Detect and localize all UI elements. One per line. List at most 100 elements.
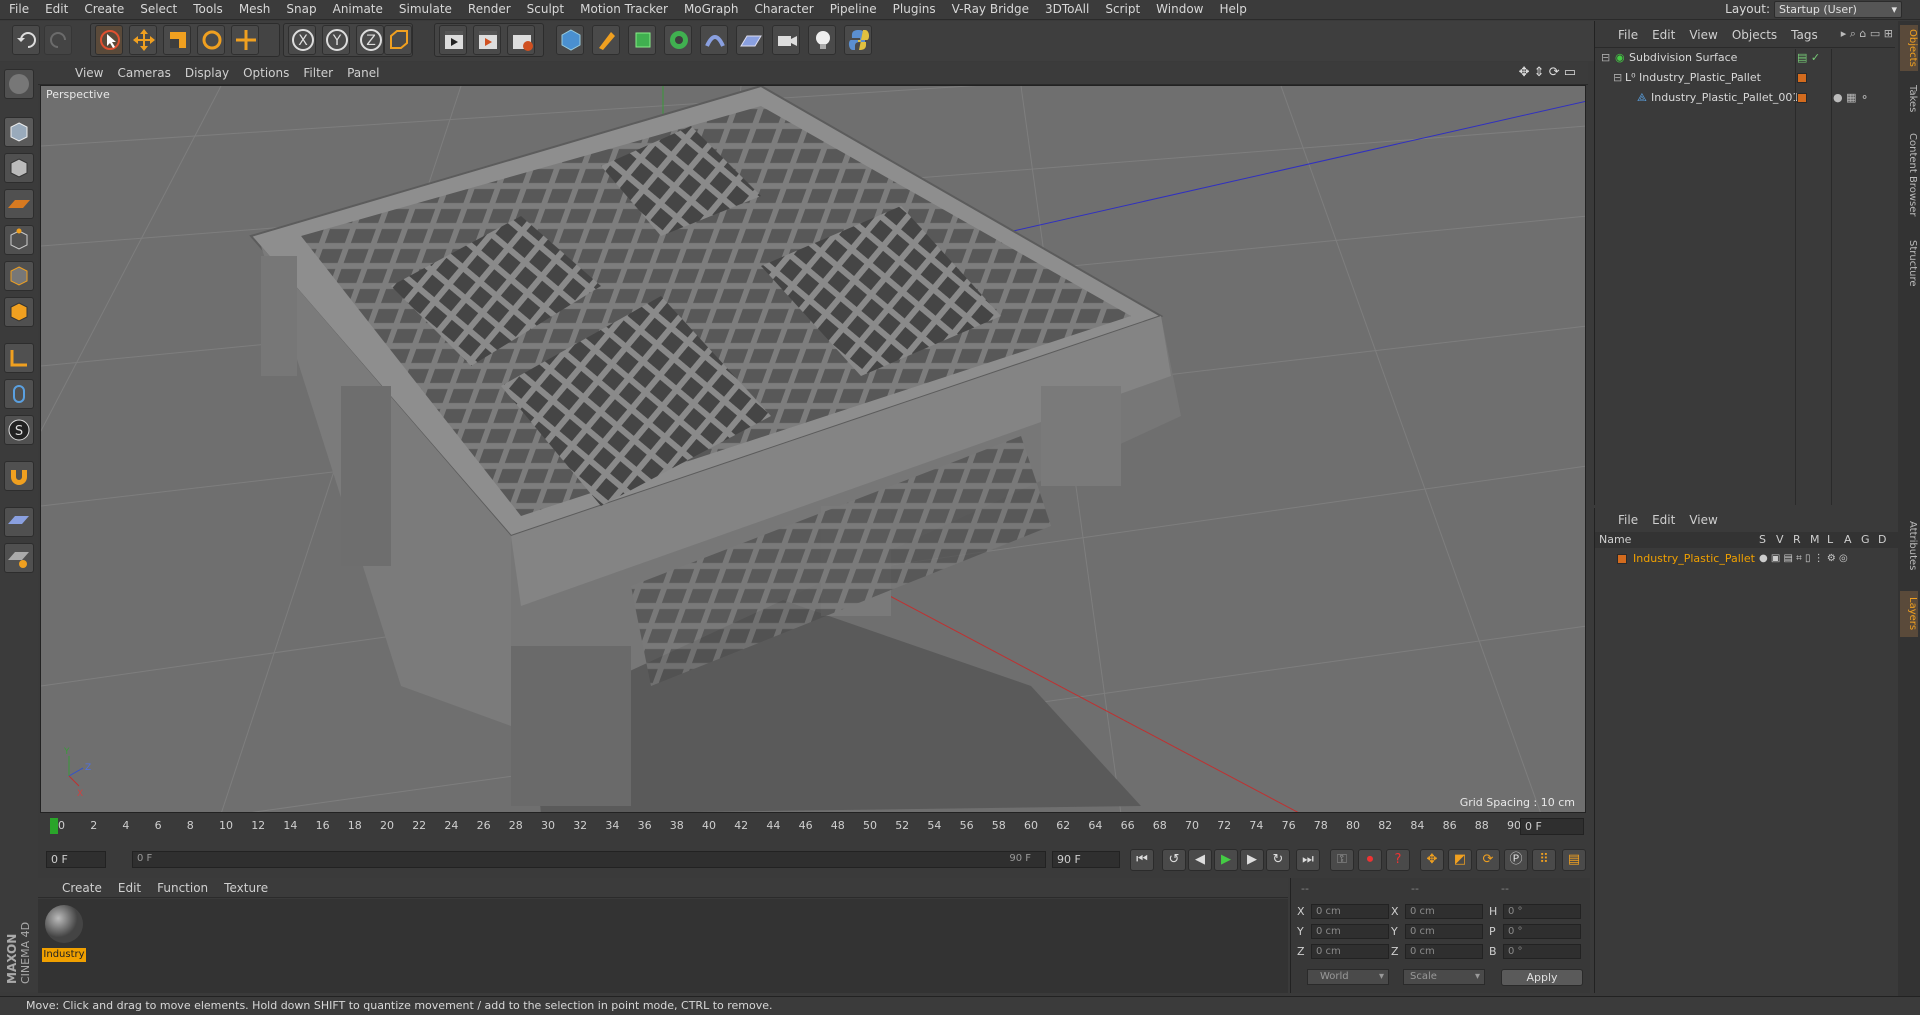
obj-menu-file[interactable]: File [1611,25,1645,45]
viewport-menu-display[interactable]: Display [178,62,236,85]
light-button[interactable] [808,25,836,55]
object-row-pallet-001[interactable]: ⟁ Industry_Plastic_Pallet_001 ● ▦ ⚬ [1595,89,1895,107]
coord-value-field[interactable]: 0 ° [1503,944,1581,959]
menu-mesh[interactable]: Mesh [231,0,279,19]
layer-row[interactable]: Industry_Plastic_Pallet ● ▣ ▤ ⌗ ▯ ⋮ ⚙ ◎ [1595,550,1895,568]
go-to-end-button[interactable]: ⏭ [1296,849,1320,871]
viewport-menu-options[interactable]: Options [236,62,296,85]
playhead-marker[interactable] [50,818,58,834]
menu-mograph[interactable]: MoGraph [676,0,747,19]
menu-simulate[interactable]: Simulate [391,0,460,19]
floor-button[interactable] [736,25,764,55]
obj-menu-objects[interactable]: Objects [1725,25,1784,45]
obj-menu-edit[interactable]: Edit [1645,25,1682,45]
menu-animate[interactable]: Animate [325,0,391,19]
tab-takes[interactable]: Takes [1900,79,1918,119]
viewport-nav-icons[interactable]: ✥ ⇕ ⟳ ▭ [1519,65,1576,80]
menu-motion-tracker[interactable]: Motion Tracker [572,0,676,19]
subdivision-button[interactable] [628,25,656,55]
menu-character[interactable]: Character [746,0,821,19]
render-picture-viewer-button[interactable] [473,25,501,55]
mograph-cloner-button[interactable] [664,25,692,55]
camera-button[interactable] [772,25,800,55]
viewport-menu-filter[interactable]: Filter [296,62,340,85]
coordinate-system-button[interactable] [384,25,412,55]
move-tool-button[interactable] [129,25,157,55]
menu-help[interactable]: Help [1211,0,1254,19]
tab-objects[interactable]: Objects [1900,25,1918,71]
render-view-button[interactable] [439,25,467,55]
tab-content-browser[interactable]: Content Browser [1900,125,1918,225]
key-position-button[interactable]: ✥ [1420,849,1444,871]
end-frame-field[interactable]: 90 F [1052,851,1120,868]
menu-vray-bridge[interactable]: V-Ray Bridge [944,0,1037,19]
python-button[interactable] [844,25,872,55]
grid-lock-button[interactable] [4,507,34,537]
x-axis-lock-button[interactable]: X [288,25,316,55]
coord-value-field[interactable]: 0 ° [1503,924,1581,939]
texture-mode-button[interactable] [4,153,34,183]
3d-viewport[interactable]: Y Z X Perspective Grid Spacing : 10 cm [40,85,1586,813]
material-menu-texture[interactable]: Texture [216,878,276,898]
key-scale-button[interactable]: ◩ [1448,849,1472,871]
menu-edit[interactable]: Edit [37,0,76,19]
menu-3dtoall[interactable]: 3DToAll [1037,0,1097,19]
snap-button[interactable]: S [4,415,34,445]
menu-script[interactable]: Script [1097,0,1148,19]
coord-value-field[interactable]: 0 cm [1405,944,1483,959]
coord-mode-dropdown[interactable]: Scale ▾ [1403,969,1485,985]
y-axis-lock-button[interactable]: Y [322,25,350,55]
material-menu-function[interactable]: Function [149,878,216,898]
obj-menu-view[interactable]: View [1682,25,1724,45]
make-editable-button[interactable] [4,69,34,99]
layer-toggle-icons[interactable]: ● ▣ ▤ ⌗ ▯ ⋮ ⚙ ◎ [1759,550,1848,568]
material-menu-create[interactable]: Create [54,878,110,898]
menu-tools[interactable]: Tools [185,0,231,19]
tab-layers[interactable]: Layers [1900,591,1918,637]
layer-menu-file[interactable]: File [1611,510,1645,530]
object-row-pallet[interactable]: ⊟ L⁰ Industry_Plastic_Pallet [1595,69,1895,87]
transform-tool-button[interactable] [231,25,259,55]
menu-pipeline[interactable]: Pipeline [822,0,885,19]
autokey-button[interactable]: ⏺ [1358,849,1382,871]
menu-render[interactable]: Render [460,0,519,19]
points-mode-button[interactable] [4,225,34,255]
layer-color-swatch[interactable] [1797,89,1807,107]
menu-create[interactable]: Create [76,0,132,19]
tab-structure[interactable]: Structure [1900,233,1918,293]
cube-object-button[interactable] [556,25,584,55]
key-rotation-button[interactable]: ⟳ [1476,849,1500,871]
obj-header-icons[interactable]: ▸ ⌕ ⌂ ▭ ⊞ [1841,27,1893,41]
layer-menu-view[interactable]: View [1682,510,1724,530]
menu-snap[interactable]: Snap [278,0,324,19]
menu-window[interactable]: Window [1148,0,1211,19]
menu-select[interactable]: Select [132,0,185,19]
polygons-mode-button[interactable] [4,297,34,327]
material-swatch[interactable]: Industry [42,903,86,962]
undo-button[interactable] [12,25,40,55]
deformer-button[interactable] [700,25,728,55]
tab-attributes[interactable]: Attributes [1900,511,1918,581]
coord-value-field[interactable]: 0 ° [1503,904,1581,919]
key-param-button[interactable]: Ⓟ [1504,849,1528,871]
grid-settings-button[interactable] [4,543,34,573]
layer-menu-edit[interactable]: Edit [1645,510,1682,530]
apply-button[interactable]: Apply [1501,969,1583,986]
prev-key-button[interactable]: ↺ [1162,849,1186,871]
pen-spline-button[interactable] [592,25,620,55]
coord-value-field[interactable]: 0 cm [1311,944,1389,959]
coord-value-field[interactable]: 0 cm [1311,924,1389,939]
tweak-mode-button[interactable] [4,379,34,409]
coord-value-field[interactable]: 0 cm [1405,904,1483,919]
viewport-menu-panel[interactable]: Panel [340,62,386,85]
frame-range-slider[interactable]: 0 F 90 F [132,851,1046,868]
material-tag-icon[interactable]: ● ▦ ⚬ [1833,89,1869,107]
layout-dropdown[interactable]: Startup (User) ▾ [1774,1,1902,18]
start-frame-field[interactable]: 0 F [46,851,106,868]
keyframe-selection-button[interactable]: ? [1386,849,1410,871]
workplane-button[interactable] [4,189,34,219]
viewport-menu-cameras[interactable]: Cameras [110,62,177,85]
timeline-ruler[interactable]: 0 2 4 6 8 10 12 14 16 18 20 22 24 26 28 30 32 34 36 38 40 42 4… [40,815,1586,839]
material-menu-edit[interactable]: Edit [110,878,149,898]
coord-value-field[interactable]: 0 cm [1311,904,1389,919]
